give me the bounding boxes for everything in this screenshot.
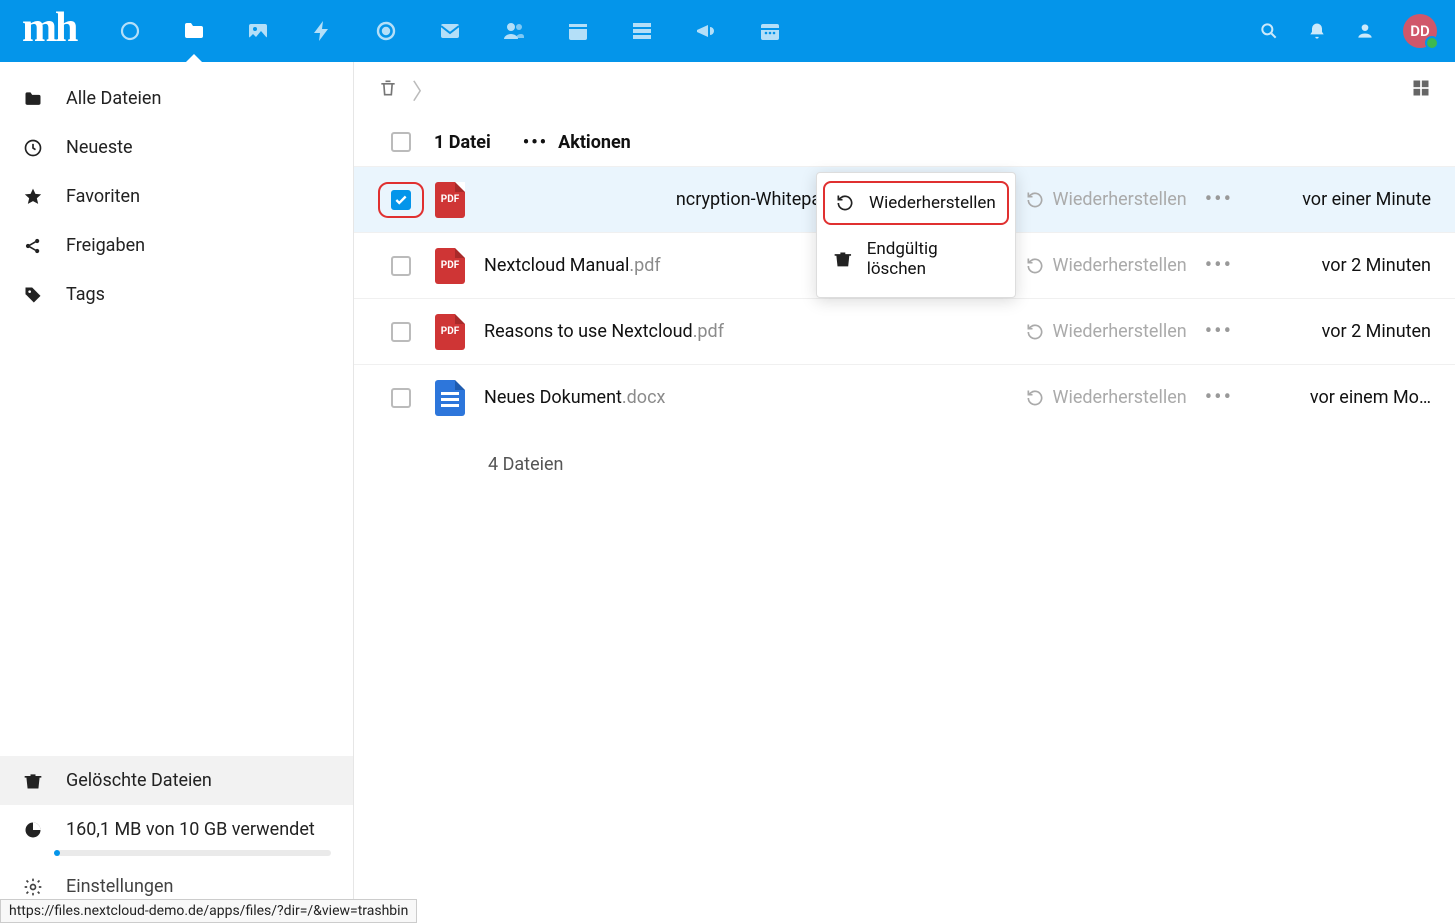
row-more-button[interactable]: •••	[1205, 187, 1233, 212]
nav-mail-icon[interactable]	[418, 0, 482, 62]
quota-icon	[22, 820, 44, 840]
row-checkbox[interactable]	[378, 322, 424, 342]
nav-dashboard-icon[interactable]	[98, 0, 162, 62]
ctx-restore-label: Wiederherstellen	[869, 193, 996, 213]
clock-icon	[22, 138, 44, 158]
file-row[interactable]: PDF Reasons to use Nextcloud.pdf Wiederh…	[354, 298, 1455, 364]
app-logo[interactable]: mh	[10, 4, 98, 58]
ctx-delete-label: Endgültig löschen	[867, 239, 999, 279]
sidebar-item-label: Favoriten	[66, 186, 140, 207]
row-time: vor einem Mo…	[1261, 387, 1431, 408]
ellipsis-icon: •••	[523, 132, 548, 153]
selection-count-label: 1 Datei	[434, 132, 491, 153]
presence-dot	[1425, 36, 1439, 50]
gear-icon	[22, 877, 44, 897]
breadcrumb-row: 〉	[354, 62, 1455, 118]
row-checkbox[interactable]	[378, 182, 424, 218]
nav-activity-icon[interactable]	[290, 0, 354, 62]
grid-view-toggle[interactable]	[1411, 78, 1431, 102]
nav-calendar-icon[interactable]	[546, 0, 610, 62]
select-all-checkbox[interactable]	[378, 132, 424, 152]
sidebar-item-label: Einstellungen	[66, 876, 173, 897]
sidebar-item-label: Gelöschte Dateien	[66, 770, 212, 791]
star-icon	[22, 187, 44, 207]
sidebar-item-recent[interactable]: Neueste	[0, 123, 353, 172]
sidebar-item-quota: 160,1 MB von 10 GB verwendet	[0, 805, 353, 842]
main-panel: 〉 1 Datei ••• Aktionen PDF XXXXXXXXXXXXX…	[354, 62, 1455, 923]
notifications-icon[interactable]	[1307, 21, 1327, 41]
app-nav	[98, 0, 802, 62]
file-type-icon: PDF	[430, 248, 470, 284]
user-avatar[interactable]: DD	[1403, 14, 1437, 48]
bulk-actions-label: Aktionen	[558, 132, 631, 153]
breadcrumb-trash-icon[interactable]	[378, 78, 398, 102]
restore-button[interactable]: Wiederherstellen	[1025, 255, 1187, 276]
nav-files-icon[interactable]	[162, 0, 226, 62]
sidebar-item-deleted[interactable]: Gelöschte Dateien	[0, 756, 353, 805]
nav-photos-icon[interactable]	[226, 0, 290, 62]
row-time: vor 2 Minuten	[1261, 321, 1431, 342]
nav-talk-icon[interactable]	[354, 0, 418, 62]
bulk-actions-trigger[interactable]: ••• Aktionen	[523, 132, 631, 153]
sidebar-item-label: Tags	[66, 284, 105, 305]
sidebar-item-label: Neueste	[66, 137, 133, 158]
row-more-button[interactable]: •••	[1205, 253, 1233, 278]
folder-icon	[22, 89, 44, 109]
nav-contacts-icon[interactable]	[482, 0, 546, 62]
file-row[interactable]: Neues Dokument.docx Wiederherstellen •••…	[354, 364, 1455, 430]
file-type-icon: PDF	[430, 182, 470, 218]
sidebar-item-label: Freigaben	[66, 235, 145, 256]
row-time: vor einer Minute	[1261, 189, 1431, 210]
nav-deck-icon[interactable]	[610, 0, 674, 62]
sidebar-item-shares[interactable]: Freigaben	[0, 221, 353, 270]
app-header: mh	[0, 0, 1455, 62]
share-icon	[22, 236, 44, 256]
row-time: vor 2 Minuten	[1261, 255, 1431, 276]
sidebar-item-all-files[interactable]: Alle Dateien	[0, 74, 353, 123]
sidebar-item-tags[interactable]: Tags	[0, 270, 353, 319]
row-checkbox[interactable]	[378, 256, 424, 276]
context-menu: Wiederherstellen Endgültig löschen	[816, 172, 1016, 298]
restore-button[interactable]: Wiederherstellen	[1025, 189, 1187, 210]
header-right: DD	[1259, 14, 1445, 48]
breadcrumb-chevron-icon: 〉	[412, 74, 434, 106]
ctx-delete-permanent[interactable]: Endgültig löschen	[817, 227, 1015, 291]
restore-button[interactable]: Wiederherstellen	[1025, 387, 1187, 408]
sidebar-item-label: Alle Dateien	[66, 88, 161, 109]
row-more-button[interactable]: •••	[1205, 385, 1233, 410]
row-more-button[interactable]: •••	[1205, 319, 1233, 344]
restore-button[interactable]: Wiederherstellen	[1025, 321, 1187, 342]
file-count-footer: 4 Dateien	[354, 430, 1455, 475]
row-checkbox[interactable]	[378, 388, 424, 408]
sidebar: Alle Dateien Neueste Favoriten Freigaben	[0, 62, 354, 923]
file-name[interactable]: Neues Dokument.docx	[484, 387, 1025, 408]
trash-icon	[22, 771, 44, 791]
sidebar-bottom: Gelöschte Dateien 160,1 MB von 10 GB ver…	[0, 756, 353, 923]
search-icon[interactable]	[1259, 21, 1279, 41]
sidebar-list: Alle Dateien Neueste Favoriten Freigaben	[0, 62, 353, 756]
contacts-header-icon[interactable]	[1355, 21, 1375, 41]
tag-icon	[22, 285, 44, 305]
quota-text: 160,1 MB von 10 GB verwendet	[66, 819, 315, 840]
file-type-icon: PDF	[430, 314, 470, 350]
file-type-icon	[430, 380, 470, 416]
ctx-restore[interactable]: Wiederherstellen	[823, 181, 1009, 225]
browser-status-bar: https://files.nextcloud-demo.de/apps/fil…	[0, 899, 417, 923]
sidebar-item-favorites[interactable]: Favoriten	[0, 172, 353, 221]
file-name[interactable]: Reasons to use Nextcloud.pdf	[484, 321, 1025, 342]
nav-calendar2-icon[interactable]	[738, 0, 802, 62]
file-list-header: 1 Datei ••• Aktionen	[354, 118, 1455, 166]
nav-announce-icon[interactable]	[674, 0, 738, 62]
